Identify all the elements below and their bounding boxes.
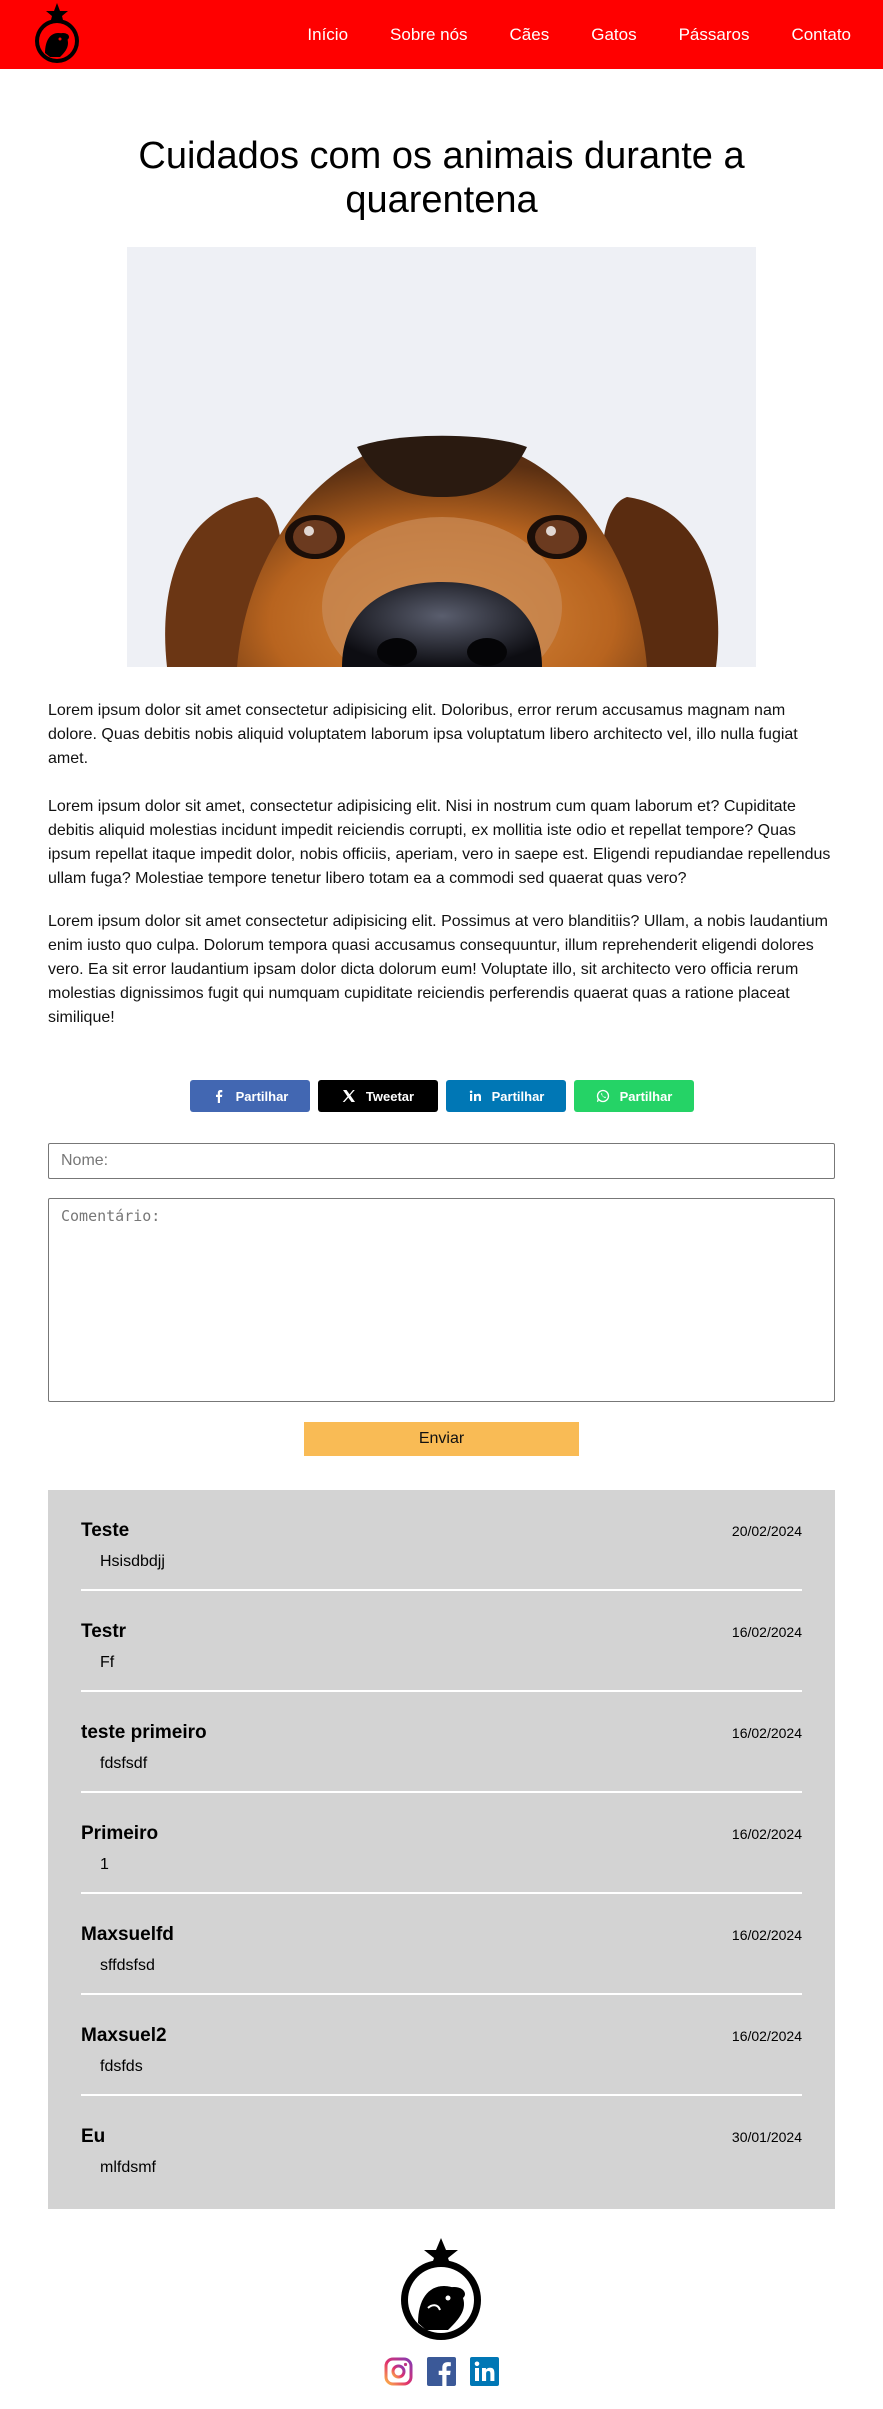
comment-item: Maxsuelfd 16/02/2024 sffdsfsd — [81, 1894, 802, 1995]
comment-text: Hsisdbdjj — [100, 1553, 165, 1570]
nav-inicio[interactable]: Início — [307, 25, 348, 45]
nav-gatos[interactable]: Gatos — [591, 25, 636, 45]
share-twitter-label: Tweetar — [365, 1088, 415, 1104]
comment-author: Teste — [81, 1520, 130, 1541]
comment-date: 16/02/2024 — [731, 1725, 802, 1741]
comment-author: Primeiro — [81, 1823, 159, 1844]
comment-item: Eu 30/01/2024 mlfdsmf — [81, 2096, 802, 2197]
share-linkedin-label: Partilhar — [491, 1088, 545, 1104]
comment-item: Maxsuel2 16/02/2024 fdsfds — [81, 1995, 802, 2096]
facebook-icon[interactable] — [427, 2357, 456, 2386]
comment-textarea[interactable] — [48, 1198, 835, 1402]
linkedin-icon — [469, 1090, 481, 1101]
main-nav: Início Sobre nós Cães Gatos Pássaros Con… — [265, 0, 851, 69]
logo-icon[interactable] — [30, 3, 84, 65]
page-title: Cuidados com os animais durante a quaren… — [138, 135, 745, 221]
nav-contato[interactable]: Contato — [791, 25, 851, 45]
comment-text: Ff — [100, 1654, 115, 1671]
comment-text: 1 — [100, 1856, 109, 1873]
hero-image — [127, 247, 756, 667]
linkedin-icon[interactable] — [470, 2357, 499, 2386]
comment-text: mlfdsmf — [100, 2159, 156, 2176]
comments-list: Teste 20/02/2024 Hsisdbdjj Testr 16/02/2… — [48, 1490, 835, 2209]
article-paragraph-2: Lorem ipsum dolor sit amet, consectetur … — [48, 798, 831, 887]
comment-item: teste primeiro 16/02/2024 fdsfsdf — [81, 1692, 802, 1793]
comment-text: fdsfsdf — [100, 1755, 148, 1772]
nav-caes[interactable]: Cães — [510, 25, 550, 45]
comment-item: Primeiro 16/02/2024 1 — [81, 1793, 802, 1894]
comment-author: Maxsuel2 — [81, 2025, 167, 2046]
comment-item: Teste 20/02/2024 Hsisdbdjj — [81, 1490, 802, 1591]
share-whatsapp-button[interactable]: Partilhar — [574, 1080, 694, 1112]
comment-author: teste primeiro — [81, 1722, 207, 1743]
facebook-icon — [215, 1090, 222, 1103]
footer-logo-icon — [401, 2238, 481, 2340]
x-icon — [342, 1090, 355, 1102]
comment-date: 30/01/2024 — [731, 2129, 802, 2145]
share-facebook-label: Partilhar — [235, 1088, 289, 1104]
site-header: Início Sobre nós Cães Gatos Pássaros Con… — [0, 0, 883, 69]
nav-passaros[interactable]: Pássaros — [679, 25, 750, 45]
comment-date: 16/02/2024 — [731, 2028, 802, 2044]
comment-author: Testr — [81, 1621, 127, 1642]
comment-date: 16/02/2024 — [731, 1624, 802, 1640]
comment-text: fdsfds — [100, 2058, 143, 2075]
name-input[interactable] — [48, 1143, 835, 1179]
share-buttons: Partilhar Tweetar Partilhar Partilhar — [190, 1080, 694, 1112]
comment-author: Maxsuelfd — [81, 1924, 174, 1945]
share-whatsapp-label: Partilhar — [619, 1088, 673, 1104]
comment-text: sffdsfsd — [100, 1957, 155, 1974]
comment-date: 16/02/2024 — [731, 1826, 802, 1842]
share-facebook-button[interactable]: Partilhar — [190, 1080, 310, 1112]
social-links — [384, 2357, 499, 2386]
article-paragraph-3: Lorem ipsum dolor sit amet consectetur a… — [48, 913, 828, 1026]
article-paragraph-1: Lorem ipsum dolor sit amet consectetur a… — [48, 702, 798, 767]
comment-author: Eu — [81, 2126, 106, 2147]
nav-sobre-nos[interactable]: Sobre nós — [390, 25, 468, 45]
share-twitter-button[interactable]: Tweetar — [318, 1080, 438, 1112]
share-linkedin-button[interactable]: Partilhar — [446, 1080, 566, 1112]
submit-button[interactable]: Enviar — [304, 1422, 579, 1456]
comment-date: 20/02/2024 — [731, 1523, 802, 1539]
comment-item: Testr 16/02/2024 Ff — [81, 1591, 802, 1692]
whatsapp-icon — [596, 1089, 609, 1103]
instagram-icon[interactable] — [384, 2357, 413, 2386]
comment-date: 16/02/2024 — [731, 1927, 802, 1943]
